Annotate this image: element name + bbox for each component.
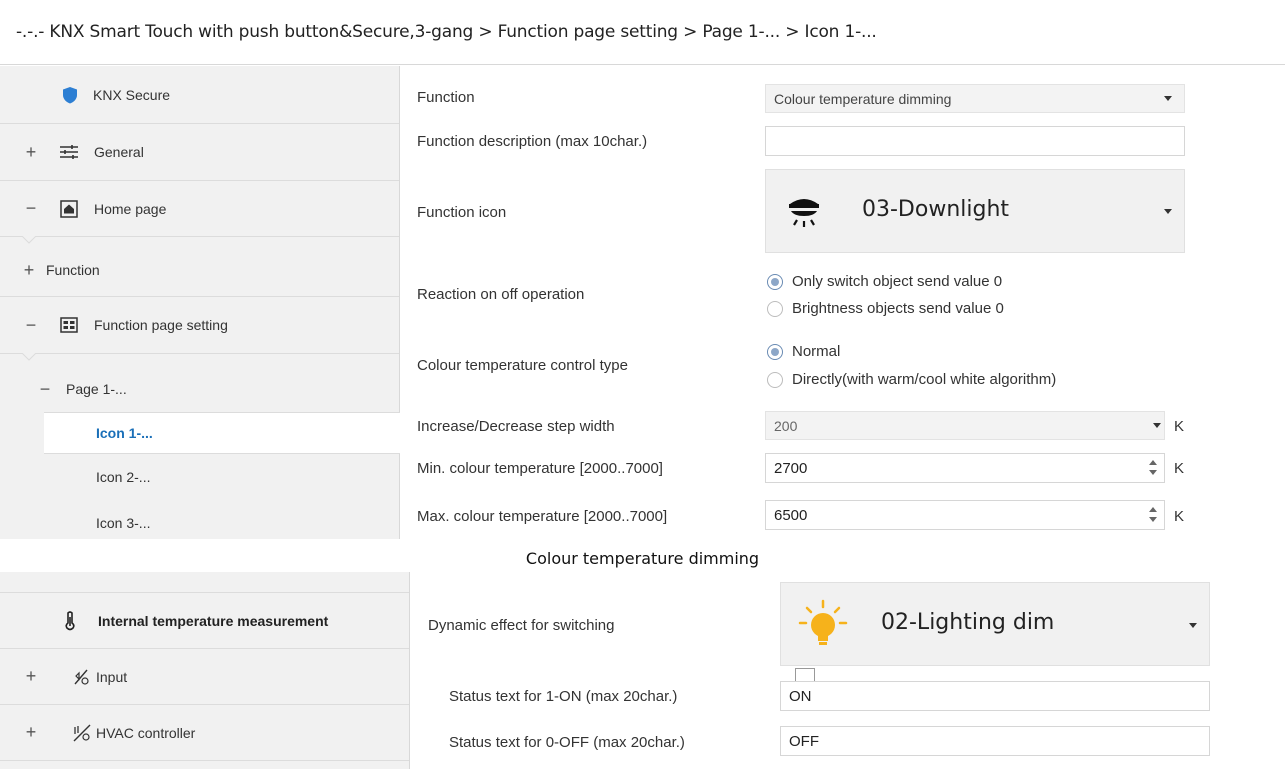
sidebar-item-label: Icon 3-... — [96, 515, 151, 531]
max-ct-unit: K — [1174, 508, 1185, 525]
collapse-icon[interactable]: − — [24, 198, 38, 219]
function-label: Function — [417, 89, 475, 106]
expand-icon[interactable]: + — [22, 260, 36, 281]
max-ct-label: Max. colour temperature [2000..7000] — [417, 508, 668, 525]
expand-icon[interactable]: + — [24, 722, 38, 743]
function-select[interactable]: Colour temperature dimming — [765, 84, 1185, 113]
grid-page-icon — [59, 315, 79, 335]
sidebar-item-label: Input — [96, 668, 128, 685]
bulb-icon — [797, 599, 849, 656]
reaction-option-1[interactable]: Only switch object send value 0 — [767, 273, 1002, 290]
input-icon — [72, 667, 92, 687]
sidebar-item-function-page-setting[interactable]: − Function page setting — [0, 297, 399, 353]
tree-notch — [22, 236, 36, 244]
sidebar-item-general[interactable]: + General — [0, 124, 399, 180]
radio-label: Directly(with warm/cool white algorithm) — [792, 371, 1057, 388]
expand-icon[interactable]: + — [24, 666, 38, 687]
dynamic-effect-select[interactable]: 02-Lighting dim — [780, 582, 1210, 666]
spin-arrows-icon[interactable] — [1148, 505, 1158, 525]
radio-checked-icon[interactable] — [767, 273, 783, 290]
dropdown-arrow-icon — [1164, 95, 1172, 101]
hvac-icon — [72, 723, 92, 743]
sidebar-item-label: HVAC controller — [96, 724, 196, 741]
expand-icon[interactable]: + — [24, 142, 38, 163]
ct-type-label: Colour temperature control type — [417, 357, 628, 374]
max-ct-value: 6500 — [774, 506, 808, 524]
home-icon — [59, 199, 79, 219]
status-off-input[interactable]: OFF — [780, 726, 1210, 756]
dropdown-arrow-icon — [1189, 623, 1197, 628]
step-width-label: Increase/Decrease step width — [417, 418, 615, 435]
sidebar-bottom: Internal temperature measurement + Input… — [0, 572, 410, 769]
min-ct-spinbox[interactable]: 2700 — [765, 453, 1165, 483]
sidebar-item-icon-1[interactable]: Icon 1-... — [44, 412, 400, 454]
sidebar-item-label: Function — [46, 262, 100, 278]
dynamic-effect-label: Dynamic effect for switching — [428, 617, 615, 634]
radio-checked-icon[interactable] — [767, 343, 783, 360]
radio-label: Normal — [792, 343, 841, 360]
function-icon-value: 03-Downlight — [862, 197, 1010, 222]
sidebar-item-icon-3[interactable]: Icon 3-... — [0, 502, 399, 544]
sidebar-item-internal-temperature[interactable]: Internal temperature measurement — [0, 593, 409, 648]
figure-caption: Colour temperature dimming — [525, 549, 760, 568]
sidebar-item-label: Internal temperature measurement — [98, 612, 329, 629]
dynamic-effect-value: 02-Lighting dim — [881, 610, 1055, 635]
sliders-icon — [59, 142, 79, 162]
reaction-label: Reaction on off operation — [417, 286, 585, 303]
sidebar-item-label: General — [94, 144, 144, 160]
status-on-label: Status text for 1-ON (max 20char.) — [449, 688, 678, 705]
radio-label: Brightness objects send value 0 — [792, 300, 1004, 317]
sidebar-item-label: Icon 1-... — [96, 425, 153, 441]
thermometer-icon — [60, 610, 80, 631]
radio-unchecked-icon[interactable] — [767, 300, 783, 317]
sidebar-item-icon-2[interactable]: Icon 2-... — [0, 456, 399, 498]
sidebar-item-label: Home page — [94, 200, 167, 217]
sidebar-item-page-1[interactable]: − Page 1-... — [0, 361, 399, 417]
spin-arrows-icon[interactable] — [1148, 458, 1158, 478]
ct-type-option-1[interactable]: Normal — [767, 343, 840, 360]
status-off-label: Status text for 0-OFF (max 20char.) — [449, 734, 685, 751]
reaction-option-2[interactable]: Brightness objects send value 0 — [767, 300, 1004, 317]
function-icon-label: Function icon — [417, 204, 507, 221]
sidebar-item-label: Page 1-... — [66, 381, 127, 397]
max-ct-spinbox[interactable]: 6500 — [765, 500, 1165, 530]
function-select-value: Colour temperature dimming — [774, 90, 952, 107]
collapse-icon[interactable]: − — [38, 379, 52, 400]
min-ct-label: Min. colour temperature [2000..7000] — [417, 460, 663, 477]
sidebar-item-input[interactable]: + Input — [0, 649, 409, 704]
sidebar: KNX Secure + General − Home page + Funct… — [0, 66, 400, 539]
breadcrumb: -.-.- KNX Smart Touch with push button&S… — [0, 0, 1285, 65]
step-width-unit: K — [1174, 418, 1185, 435]
min-ct-value: 2700 — [774, 459, 808, 477]
sidebar-item-knx-secure[interactable]: KNX Secure — [0, 66, 399, 123]
dropdown-arrow-icon — [1164, 209, 1172, 214]
function-icon-select[interactable]: 03-Downlight — [765, 169, 1185, 253]
step-width-value: 200 — [774, 417, 798, 434]
sidebar-item-label: Function page setting — [94, 317, 228, 333]
sidebar-item-home-page[interactable]: − Home page — [0, 181, 399, 236]
dropdown-arrow-icon — [1153, 422, 1161, 428]
ct-type-option-2[interactable]: Directly(with warm/cool white algorithm) — [767, 371, 1056, 388]
collapse-icon[interactable]: − — [24, 315, 38, 336]
min-ct-unit: K — [1174, 460, 1185, 477]
sidebar-item-label: Icon 2-... — [96, 469, 151, 485]
description-input[interactable] — [765, 126, 1185, 156]
downlight-icon — [784, 192, 824, 237]
shield-icon — [60, 85, 80, 105]
sidebar-item-label: KNX Secure — [93, 86, 171, 103]
sidebar-item-function[interactable]: + Function — [0, 244, 399, 296]
description-label: Function description (max 10char.) — [417, 133, 648, 150]
radio-label: Only switch object send value 0 — [792, 273, 1003, 290]
sidebar-item-hvac-controller[interactable]: + HVAC controller — [0, 705, 409, 760]
status-on-input[interactable]: ON — [780, 681, 1210, 711]
radio-unchecked-icon[interactable] — [767, 371, 783, 388]
tree-notch — [22, 353, 36, 361]
step-width-select[interactable]: 200 — [765, 411, 1165, 440]
